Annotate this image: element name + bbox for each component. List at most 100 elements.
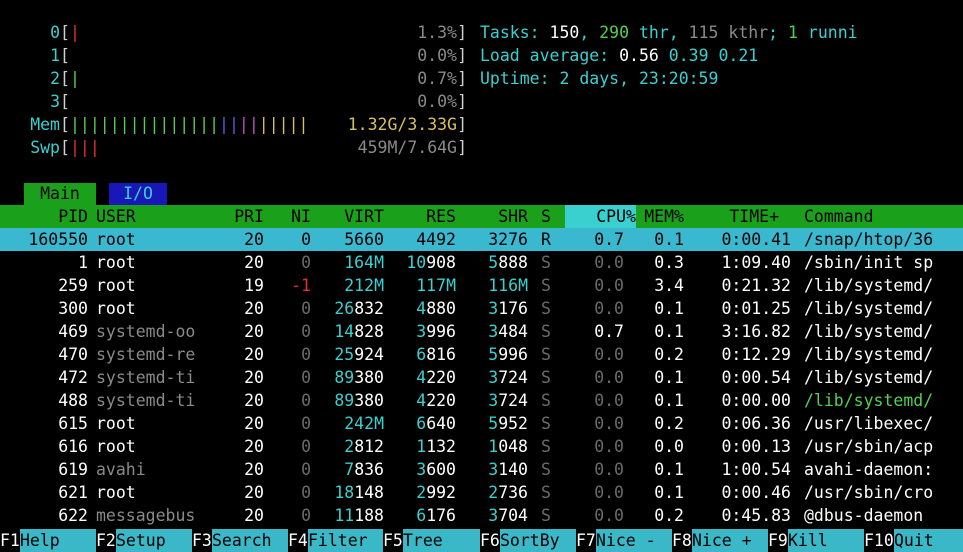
process-virt-high: 11	[334, 506, 355, 525]
process-shr-high: 5	[488, 345, 499, 364]
function-search-button[interactable]: Search	[212, 529, 288, 552]
function-setup-button[interactable]: Setup	[116, 529, 192, 552]
process-row[interactable]: 300 root 20 0 26832 4880 3176 S 0.0 0.1 0:01.25/li…	[0, 297, 963, 320]
column-header-virt[interactable]: VIRT	[344, 205, 384, 228]
tab-main[interactable]: Main	[24, 183, 96, 205]
process-row[interactable]: 616 root 20 0 2812 1132 1048 S 0.0 0.0 0:00.13/usr…	[0, 435, 963, 458]
function-sortby-button[interactable]: SortBy	[500, 529, 576, 552]
load-15min: 0.21	[718, 46, 759, 65]
process-row[interactable]: 621 root 20 0 18148 2992 2736 S 0.0 0.1 0:00.46/us…	[0, 481, 963, 504]
process-ni: 0	[301, 460, 311, 479]
process-ni: 0	[301, 391, 311, 410]
mem-meter-bar-segment: |||||||||||||||	[70, 115, 220, 134]
process-time: 0:45.83	[721, 506, 791, 525]
process-cpu: 0.0	[594, 253, 624, 272]
tab-io[interactable]: I/O	[109, 183, 167, 205]
swap-meter-bar-segment: |||	[70, 138, 100, 157]
load-5min: 0.39	[668, 46, 709, 65]
function-key-f7[interactable]: F7	[576, 529, 596, 552]
function-key-f4[interactable]: F4	[288, 529, 308, 552]
process-virt: 89380	[334, 366, 384, 389]
cpu-meter-0-value: 1.3%	[417, 23, 457, 42]
process-shr-high: 3	[488, 460, 499, 479]
process-time: 0:00.54	[721, 368, 791, 387]
process-row[interactable]: 622 messagebus 20 0 11188 6176 3704 S 0.0 0.2 0:45…	[0, 504, 963, 527]
function-help-button[interactable]: Help	[20, 529, 96, 552]
process-res-low: 132	[426, 437, 456, 456]
swap-meter-open-bracket: [	[60, 138, 70, 157]
process-mem: 0.1	[654, 322, 684, 341]
process-pri: 20	[244, 460, 264, 479]
column-header-pri[interactable]: PRI	[234, 205, 264, 228]
process-virt-low: 380	[354, 391, 384, 410]
function-kill-button[interactable]: Kill	[788, 529, 864, 552]
function-key-f10[interactable]: F10	[864, 529, 894, 552]
process-res: 4880	[416, 297, 456, 320]
function-key-f2[interactable]: F2	[96, 529, 116, 552]
process-res-high: 117	[416, 276, 447, 295]
process-row[interactable]: 488 systemd-ti 20 0 89380 4220 3724 S 0.0 0.1 0:00…	[0, 389, 963, 412]
function-key-f1[interactable]: F1	[0, 529, 20, 552]
process-mem: 0.1	[654, 368, 684, 387]
process-pid: 622	[58, 506, 88, 525]
function-nice-button[interactable]: Nice -	[596, 529, 672, 552]
process-virt-low: 812	[354, 437, 384, 456]
process-pid: 259	[58, 276, 88, 295]
cpu-meter-3-value: 0.0%	[417, 92, 457, 111]
process-cpu: 0.7	[594, 230, 624, 249]
column-header-user[interactable]: USER	[96, 205, 136, 228]
process-row[interactable]: 469 systemd-oo 20 0 14828 3996 3484 S 0.7 0.1 3:16…	[0, 320, 963, 343]
function-quit-button[interactable]: Quit	[894, 529, 963, 552]
kernel-threads: 115 kthr	[688, 23, 769, 42]
process-shr-low: 704	[498, 506, 528, 525]
function-key-f9[interactable]: F9	[768, 529, 788, 552]
process-row[interactable]: 160550 root 20 0 5660 4492 3276 R 0.7 0.1 0:00.41 /…	[0, 228, 963, 251]
process-row[interactable]: 259 root 19 -1 212M 117M 116M S 0.0 3.4 0:21.32/li…	[0, 274, 963, 297]
threads-sep: ,	[668, 23, 689, 42]
cpu-meter-0-label: 0	[50, 23, 60, 42]
process-s: S	[541, 460, 551, 479]
process-shr: 5996	[488, 343, 528, 366]
process-res-low: M	[446, 276, 456, 295]
column-header-command[interactable]: Command	[804, 205, 874, 228]
process-time: 1:09.40	[721, 253, 791, 272]
process-pid: 616	[58, 437, 88, 456]
function-key-f5[interactable]: F5	[383, 529, 403, 552]
process-row[interactable]: 472 systemd-ti 20 0 89380 4220 3724 S 0.0 0.1 0:00…	[0, 366, 963, 389]
column-header-ni[interactable]: NI	[291, 205, 311, 228]
function-filter-button[interactable]: Filter	[308, 529, 383, 552]
process-user: root	[96, 253, 136, 272]
process-pri: 20	[244, 414, 264, 433]
function-tree-button[interactable]: Tree	[403, 529, 480, 552]
process-row[interactable]: 1 root 20 0 164M 10908 5888 S 0.0 0.3 1:09.40/sbin…	[0, 251, 963, 274]
process-res-low: 992	[426, 483, 456, 502]
column-header-pid[interactable]: PID	[58, 205, 88, 228]
process-s: S	[541, 253, 551, 272]
process-cmd: /snap/htop/36	[804, 230, 934, 249]
process-shr-low: 724	[498, 368, 528, 387]
process-virt-high: 25	[334, 345, 355, 364]
process-mem: 0.1	[654, 460, 684, 479]
process-time: 0:00.00	[721, 391, 791, 410]
function-nice-button[interactable]: Nice +	[692, 529, 768, 552]
column-header-res[interactable]: RES	[426, 205, 456, 228]
process-row[interactable]: 619 avahi 20 0 7836 3600 3140 S 0.0 0.1 1:00.54 ava…	[0, 458, 963, 481]
process-pri: 20	[244, 345, 264, 364]
column-header-mem[interactable]: MEM%	[644, 205, 684, 228]
process-row[interactable]: 615 root 20 0 242M 6640 5952 S 0.0 0.2 0:06.36/usr…	[0, 412, 963, 435]
process-virt: 164M	[344, 251, 384, 274]
process-res-high: 2	[416, 483, 427, 502]
column-header-time[interactable]: TIME+	[729, 205, 779, 228]
column-header-shr[interactable]: SHR	[498, 205, 528, 228]
function-key-f8[interactable]: F8	[672, 529, 692, 552]
cpu-meter-3-open-bracket: [	[60, 92, 70, 111]
function-key-f3[interactable]: F3	[192, 529, 212, 552]
function-key-f6[interactable]: F6	[480, 529, 500, 552]
process-res-low: 220	[426, 368, 456, 387]
process-ni: 0	[301, 506, 311, 525]
column-header-cpu[interactable]: CPU%	[596, 205, 636, 228]
process-row[interactable]: 470 systemd-re 20 0 25924 6816 5996 S 0.0 0.2 0:12…	[0, 343, 963, 366]
column-header-s[interactable]: S	[541, 205, 551, 228]
process-pri: 20	[244, 483, 264, 502]
column-header-row: PID USER PRI NI VIRT RES SHR S CPU% MEM% TIME+ Comm…	[0, 205, 963, 228]
